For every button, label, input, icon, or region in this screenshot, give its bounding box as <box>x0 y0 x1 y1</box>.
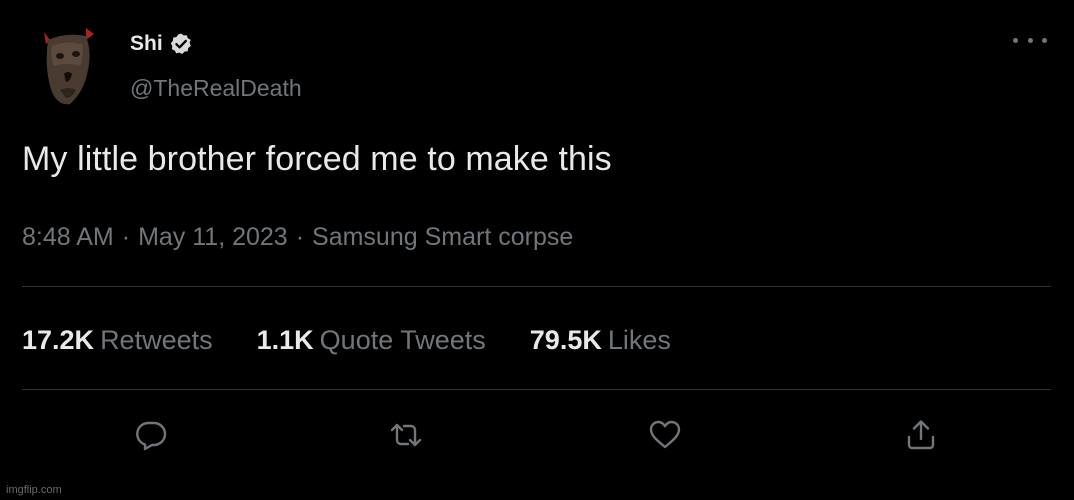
dot <box>1027 37 1033 43</box>
user-handle[interactable]: @TheRealDeath <box>130 75 302 102</box>
tweet-source[interactable]: Samsung Smart corpse <box>312 223 573 251</box>
likes-label: Likes <box>607 325 671 355</box>
retweets-stat[interactable]: 17.2K Retweets <box>22 325 213 356</box>
divider <box>22 389 1051 390</box>
retweet-icon[interactable] <box>387 416 425 454</box>
imgflip-watermark: imgflip.com <box>6 484 62 496</box>
quote-tweets-count: 1.1K <box>256 325 314 355</box>
share-icon[interactable] <box>902 416 940 454</box>
retweets-count: 17.2K <box>22 325 95 355</box>
dot <box>1013 37 1018 43</box>
tweet-text: My little brother forced me to make this <box>22 140 612 178</box>
verified-badge-icon <box>169 32 193 56</box>
tweet-time[interactable]: 8:48 AM <box>22 223 114 251</box>
tweet-meta: 8:48 AM · May 11, 2023 · Samsung Smart corps… <box>22 223 573 252</box>
dot <box>1042 37 1047 43</box>
reply-icon[interactable] <box>132 416 170 454</box>
display-name[interactable]: Shi <box>130 32 163 56</box>
divider <box>22 286 1051 287</box>
retweets-label: Retweets <box>100 325 213 355</box>
author-name-row: Shi <box>130 32 193 56</box>
like-icon[interactable] <box>646 416 684 454</box>
quote-tweets-stat[interactable]: 1.1K Quote Tweets <box>257 325 486 356</box>
skull-mask-avatar-icon <box>44 28 94 105</box>
tweet-card: Shi @TheRealDeath My little brother forc… <box>0 0 1074 500</box>
likes-count: 79.5K <box>529 325 602 355</box>
more-options-icon[interactable] <box>1013 30 1047 50</box>
tweet-stats: 17.2K Retweets 1.1K Quote Tweets 79.5K Like… <box>22 325 715 356</box>
quote-tweets-label: Quote Tweets <box>319 325 486 355</box>
likes-stat[interactable]: 79.5K Likes <box>530 325 671 356</box>
meta-separator: · <box>121 223 131 251</box>
tweet-date[interactable]: May 11, 2023 <box>138 223 288 251</box>
avatar[interactable] <box>36 26 96 108</box>
meta-separator: · <box>295 223 305 251</box>
